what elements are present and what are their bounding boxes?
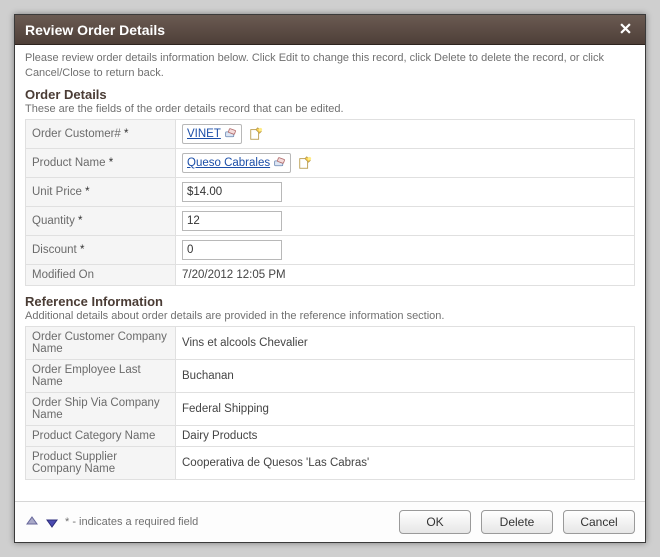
dialog-title: Review Order Details [25,22,165,38]
label-discount: Discount * [26,235,176,264]
delete-button[interactable]: Delete [481,510,553,534]
row-product-name: Product Name * Queso Cabrales [26,148,635,177]
label-emp-last: Order Employee Last Name [26,359,176,392]
label-ship-via: Order Ship Via Company Name [26,392,176,425]
row-order-customer: Order Customer# * VINET [26,119,635,148]
row-cust-company: Order Customer Company Name Vins et alco… [26,326,635,359]
value-cust-company: Vins et alcools Chevalier [182,335,308,351]
review-order-dialog: Review Order Details Please review order… [14,14,646,543]
unit-price-input[interactable] [182,182,282,202]
row-prod-cat: Product Category Name Dairy Products [26,425,635,446]
row-modified-on: Modified On 7/20/2012 12:05 PM [26,264,635,285]
required-star: * [124,128,128,140]
dialog-body: Please review order details information … [15,45,645,501]
dialog-backdrop: Review Order Details Please review order… [0,0,660,557]
label-product-name: Product Name * [26,148,176,177]
label-supplier: Product Supplier Company Name [26,446,176,479]
discount-input[interactable] [182,240,282,260]
row-supplier: Product Supplier Company Name Cooperativ… [26,446,635,479]
instructions-text: Please review order details information … [25,51,635,81]
next-record-icon[interactable] [45,515,59,529]
label-prod-cat: Product Category Name [26,425,176,446]
section-order-details-title: Order Details [25,87,635,102]
required-note: * - indicates a required field [65,516,198,528]
eraser-icon[interactable] [273,156,286,169]
close-icon[interactable] [616,21,635,38]
dialog-titlebar: Review Order Details [15,15,645,45]
product-name-link[interactable]: Queso Cabrales [187,157,270,169]
label-unit-price: Unit Price * [26,177,176,206]
row-ship-via: Order Ship Via Company Name Federal Ship… [26,392,635,425]
label-quantity: Quantity * [26,206,176,235]
order-customer-link[interactable]: VINET [187,128,221,140]
modified-on-value: 7/20/2012 12:05 PM [182,267,286,283]
label-cust-company: Order Customer Company Name [26,326,176,359]
cancel-button[interactable]: Cancel [563,510,635,534]
new-record-icon[interactable] [249,127,262,140]
new-record-icon[interactable] [298,156,311,169]
reference-info-table: Order Customer Company Name Vins et alco… [25,326,635,480]
label-modified-on: Modified On [26,264,176,285]
section-reference-desc: Additional details about order details a… [25,310,635,322]
product-name-lookup[interactable]: Queso Cabrales [182,153,291,173]
row-discount: Discount * [26,235,635,264]
row-emp-last: Order Employee Last Name Buchanan [26,359,635,392]
row-quantity: Quantity * [26,206,635,235]
order-details-table: Order Customer# * VINET [25,119,635,286]
eraser-icon[interactable] [224,127,237,140]
section-order-details-desc: These are the fields of the order detail… [25,103,635,115]
quantity-input[interactable] [182,211,282,231]
value-prod-cat: Dairy Products [182,428,257,444]
required-star: * [78,215,82,227]
label-order-customer: Order Customer# * [26,119,176,148]
required-star: * [109,157,113,169]
value-emp-last: Buchanan [182,368,234,384]
value-supplier: Cooperativa de Quesos 'Las Cabras' [182,455,369,471]
ok-button[interactable]: OK [399,510,471,534]
required-star: * [80,244,84,256]
section-reference-title: Reference Information [25,294,635,309]
required-star: * [85,186,89,198]
value-ship-via: Federal Shipping [182,401,269,417]
row-unit-price: Unit Price * [26,177,635,206]
prev-record-icon[interactable] [25,515,39,529]
dialog-footer: * - indicates a required field OK Delete… [15,501,645,542]
order-customer-lookup[interactable]: VINET [182,124,242,144]
